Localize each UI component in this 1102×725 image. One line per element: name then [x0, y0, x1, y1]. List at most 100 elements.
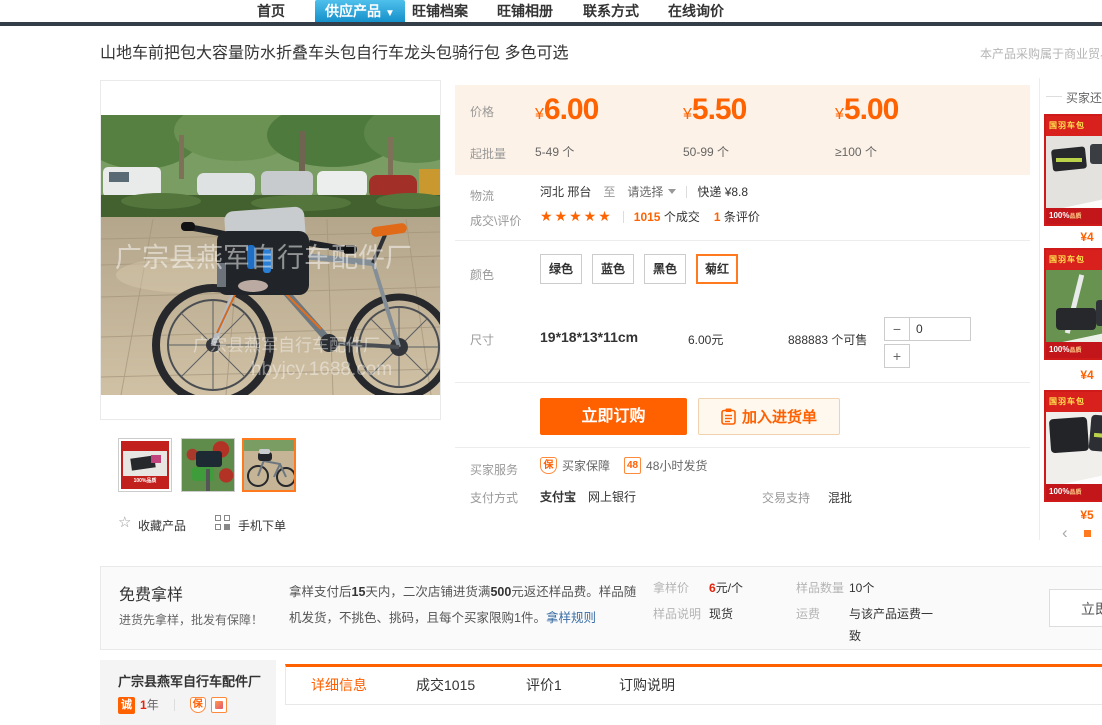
sample-price-value: 6元/个	[709, 579, 743, 596]
48h-shipping-icon: 48	[624, 457, 641, 474]
divider	[686, 186, 687, 198]
related-product-2[interactable]: 国羽车包 100%品质	[1044, 248, 1102, 360]
size-stock: 888883 个可售	[788, 331, 867, 348]
color-option-blue[interactable]: 蓝色	[592, 254, 634, 284]
nav-supply-label: 供应产品	[325, 3, 381, 19]
logistics-to: 至	[603, 183, 615, 200]
color-option-black[interactable]: 黑色	[644, 254, 686, 284]
thumbnail-2[interactable]	[181, 438, 235, 492]
quantity-minus-button[interactable]: −	[884, 317, 910, 341]
caret-down-icon: ▼	[385, 8, 395, 19]
sidebar-title: 买家还看了	[1066, 89, 1102, 106]
tab-detail-info[interactable]: 详细信息	[311, 667, 367, 704]
nav-home[interactable]: 首页	[257, 0, 285, 22]
product-page: 首页 供应产品▼ 旺铺档案 旺铺相册 联系方式 在线询价 山地车前把包大容量防水…	[0, 0, 1102, 725]
divider	[623, 211, 624, 223]
trade-type-note: 本产品采购属于商业贸易	[980, 45, 1102, 62]
company-box: 广宗县燕军自行车配件厂 诚 1年 保	[100, 660, 276, 725]
payment-label: 支付方式	[470, 489, 518, 506]
clipboard-icon	[721, 408, 736, 425]
related-1-art	[1046, 136, 1102, 208]
certificate-icon	[211, 697, 227, 713]
related-product-1-price: ¥4	[1044, 230, 1102, 244]
thumbnail-1[interactable]: 100%品质	[118, 438, 172, 492]
logistics-label: 物流	[470, 187, 494, 204]
sample-price-label: 拿样价	[653, 579, 689, 596]
tab-reviews[interactable]: 评价1	[526, 667, 562, 704]
select-caret-icon	[668, 189, 676, 198]
sidebar-title-dash	[1046, 96, 1062, 97]
protection-shield-icon: 保	[190, 697, 206, 713]
color-option-green[interactable]: 绿色	[540, 254, 582, 284]
moq-tier-2: 50-99 个	[683, 143, 729, 160]
related-3-art	[1046, 412, 1102, 484]
quantity-plus-button[interactable]: +	[884, 344, 910, 368]
favorite-star-icon[interactable]: ☆	[118, 513, 131, 531]
thumbnail-3-art	[244, 440, 294, 490]
company-name-link[interactable]: 广宗县燕军自行车配件厂	[118, 671, 261, 690]
main-product-photo[interactable]: 广宗县燕军自行车配件厂 广宗县燕军自行车配件厂 hbyjcy.1688.com	[101, 115, 440, 395]
related-product-1[interactable]: 国羽车包 100%品质	[1044, 114, 1102, 226]
promo-banner-text: 国羽车包	[1046, 250, 1102, 270]
mobile-order-link[interactable]: 手机下单	[238, 517, 286, 534]
carousel-page-dot[interactable]	[1084, 530, 1091, 537]
main-image-box: 广宗县燕军自行车配件厂 广宗县燕军自行车配件厂 hbyjcy.1688.com	[100, 80, 441, 420]
review-count-link[interactable]: 1 条评价	[714, 208, 760, 225]
tab-deals[interactable]: 成交1015	[416, 667, 475, 704]
bike-photo-illustration: 广宗县燕军自行车配件厂 广宗县燕军自行车配件厂 hbyjcy.1688.com	[101, 115, 440, 395]
price-box: 价格 ¥6.00 ¥5.50 ¥5.00 起批量 5-49 个 50-99 个 …	[455, 85, 1030, 175]
sample-ship-value: 与该产品运费一致	[849, 603, 941, 647]
favorite-product-link[interactable]: 收藏产品	[138, 517, 186, 534]
company-badges: 诚 1年 保	[118, 696, 227, 714]
thumbnail-3-selected[interactable]	[242, 438, 296, 492]
member-years-suffix: 年	[147, 698, 159, 712]
nav-shop-album[interactable]: 旺铺相册	[497, 0, 553, 22]
sample-rules-link[interactable]: 拿样规则	[546, 611, 596, 625]
get-sample-button[interactable]: 立即拿样	[1049, 589, 1102, 627]
buyer-protection-label: 买家保障	[562, 457, 610, 474]
qr-code-icon[interactable]	[215, 515, 230, 535]
divider	[174, 699, 175, 711]
payment-netbank: 网上银行	[588, 488, 636, 505]
sample-subtitle: 进货先拿样，批发有保障！	[119, 611, 263, 628]
star-rating-icon: ★★★★★	[540, 208, 613, 225]
color-option-red-selected[interactable]: 菊红	[696, 254, 738, 284]
price-tier-3: ¥5.00	[835, 93, 898, 127]
buyer-services-label: 买家服务	[470, 461, 518, 478]
size-unit-price: 6.00元	[688, 331, 723, 348]
nav-inquiry[interactable]: 在线询价	[668, 0, 724, 22]
order-now-button[interactable]: 立即订购	[540, 398, 687, 435]
logistics-from: 河北 邢台	[540, 183, 591, 200]
express-fee: 快递 ¥8.8	[697, 183, 748, 200]
free-sample-box: 免费拿样 进货先拿样，批发有保障！ 拿样支付后15天内，二次店铺进货满500元返…	[100, 566, 1102, 650]
destination-select[interactable]: 请选择	[627, 183, 676, 200]
price-label: 价格	[470, 103, 494, 120]
moq-label: 起批量	[470, 145, 506, 162]
deal-count-link[interactable]: 1015 个成交	[634, 208, 700, 225]
trade-support-label: 交易支持	[762, 489, 810, 506]
nav-contact[interactable]: 联系方式	[583, 0, 639, 22]
logistics-row: 河北 邢台 至 请选择 快递 ¥8.8	[540, 183, 748, 200]
related-product-3[interactable]: 国羽车包 100%品质	[1044, 390, 1102, 502]
carousel-prev-icon[interactable]: ‹	[1062, 524, 1068, 541]
sample-desc-label: 样品说明	[653, 605, 701, 622]
related-product-3-price: ¥5	[1044, 508, 1102, 522]
price-tier-1: ¥6.00	[535, 93, 598, 127]
related-product-2-price: ¥4	[1044, 368, 1102, 382]
sample-desc-value: 现货	[709, 605, 733, 622]
divider-line	[455, 382, 1030, 383]
nav-shop-profile[interactable]: 旺铺档案	[412, 0, 468, 22]
tab-order-notes[interactable]: 订购说明	[619, 667, 675, 704]
trade-support-value: 混批	[828, 489, 852, 506]
deals-label: 成交\评价	[470, 212, 521, 229]
size-value: 19*18*13*11cm	[540, 329, 638, 345]
nav-supply-products[interactable]: 供应产品 ▼	[315, 0, 405, 22]
member-years-number: 1	[140, 698, 147, 712]
related-2-art	[1046, 270, 1102, 342]
quantity-input[interactable]	[909, 317, 971, 341]
add-to-cart-button[interactable]: 加入进货单	[698, 398, 840, 435]
sidebar-divider	[1039, 78, 1040, 540]
promo-banner-text: 国羽车包	[1046, 116, 1102, 136]
color-label: 颜色	[470, 266, 494, 283]
chengxintong-icon: 诚	[118, 697, 135, 714]
